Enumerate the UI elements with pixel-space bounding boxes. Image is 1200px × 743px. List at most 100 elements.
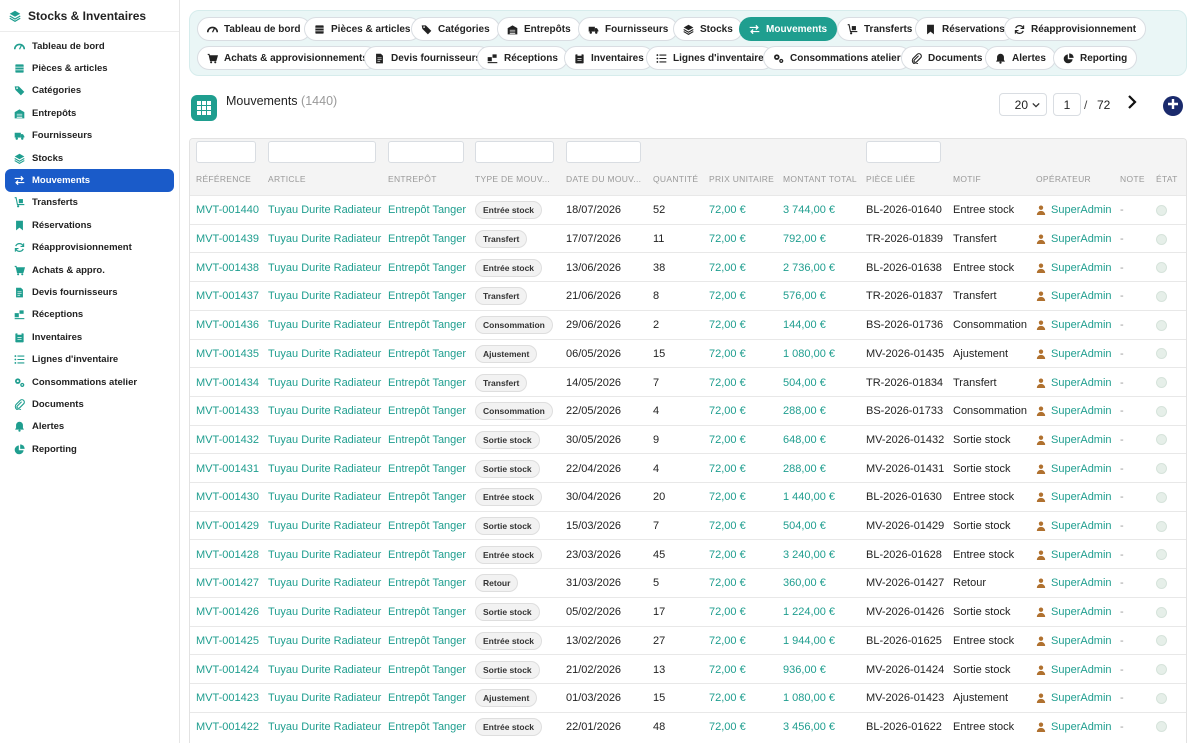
page-number-input[interactable]: 1 <box>1053 93 1081 116</box>
warehouse-link[interactable]: Entrepôt Tanger <box>388 540 466 569</box>
warehouse-link[interactable]: Entrepôt Tanger <box>388 483 466 512</box>
sidebar-item-stocks[interactable]: Stocks <box>5 147 174 169</box>
sidebar-item-r-ceptions[interactable]: Réceptions <box>5 304 174 326</box>
filter-entrepot-input[interactable] <box>388 141 464 163</box>
tab-tableau-de-bord[interactable]: Tableau de bord <box>197 17 311 41</box>
tab-entrep-ts[interactable]: Entrepôts <box>497 17 581 41</box>
operator-link[interactable]: SuperAdmin <box>1036 340 1112 369</box>
sidebar-item-reporting[interactable]: Reporting <box>5 438 174 460</box>
tab-devis-fournisseurs[interactable]: Devis fournisseurs <box>364 46 492 70</box>
operator-link[interactable]: SuperAdmin <box>1036 684 1112 713</box>
operator-link[interactable]: SuperAdmin <box>1036 426 1112 455</box>
sidebar-item-inventaires[interactable]: Inventaires <box>5 326 174 348</box>
table-row[interactable]: MVT-001427 Tuyau Durite Radiateur Entrepôt… <box>190 568 1186 598</box>
sidebar-item-tableau-de-bord[interactable]: Tableau de bord <box>5 35 174 57</box>
tab-reporting[interactable]: Reporting <box>1053 46 1138 70</box>
warehouse-link[interactable]: Entrepôt Tanger <box>388 225 466 254</box>
column-header[interactable]: ÉTAT <box>1156 174 1178 184</box>
operator-link[interactable]: SuperAdmin <box>1036 540 1112 569</box>
column-header[interactable]: PIÈCE LIÉE <box>866 174 915 184</box>
operator-link[interactable]: SuperAdmin <box>1036 655 1112 684</box>
reference-link[interactable]: MVT-001435 <box>196 340 259 369</box>
article-link[interactable]: Tuyau Durite Radiateur <box>268 282 381 311</box>
tab-inventaires[interactable]: Inventaires <box>564 46 654 70</box>
reference-link[interactable]: MVT-001439 <box>196 225 259 254</box>
article-link[interactable]: Tuyau Durite Radiateur <box>268 253 381 282</box>
warehouse-link[interactable]: Entrepôt Tanger <box>388 368 466 397</box>
operator-link[interactable]: SuperAdmin <box>1036 196 1112 225</box>
article-link[interactable]: Tuyau Durite Radiateur <box>268 340 381 369</box>
article-link[interactable]: Tuyau Durite Radiateur <box>268 483 381 512</box>
column-header[interactable]: MONTANT TOTAL <box>783 174 857 184</box>
reference-link[interactable]: MVT-001432 <box>196 426 259 455</box>
table-row[interactable]: MVT-001436 Tuyau Durite Radiateur Entrepôt… <box>190 309 1186 340</box>
sidebar-item-pi-ces-articles[interactable]: Pièces & articles <box>5 57 174 79</box>
column-header[interactable]: QUANTITÉ <box>653 174 698 184</box>
warehouse-link[interactable]: Entrepôt Tanger <box>388 569 466 598</box>
article-link[interactable]: Tuyau Durite Radiateur <box>268 196 381 225</box>
warehouse-link[interactable]: Entrepôt Tanger <box>388 311 466 340</box>
warehouse-link[interactable]: Entrepôt Tanger <box>388 196 466 225</box>
table-row[interactable]: MVT-001429 Tuyau Durite Radiateur Entrepôt… <box>190 510 1186 541</box>
column-header[interactable]: DATE DU MOUV... <box>566 174 641 184</box>
warehouse-link[interactable]: Entrepôt Tanger <box>388 684 466 713</box>
reference-link[interactable]: MVT-001430 <box>196 483 259 512</box>
tab-consommations-atelier[interactable]: Consommations atelier <box>763 46 911 70</box>
filter-piece-input[interactable] <box>866 141 941 163</box>
sidebar-item-alertes[interactable]: Alertes <box>5 416 174 438</box>
tab-r-ceptions[interactable]: Réceptions <box>477 46 568 70</box>
table-row[interactable]: MVT-001424 Tuyau Durite Radiateur Entrepôt… <box>190 654 1186 684</box>
tab-fournisseurs[interactable]: Fournisseurs <box>578 17 679 41</box>
reference-link[interactable]: MVT-001426 <box>196 598 259 627</box>
article-link[interactable]: Tuyau Durite Radiateur <box>268 655 381 684</box>
reference-link[interactable]: MVT-001440 <box>196 196 259 225</box>
warehouse-link[interactable]: Entrepôt Tanger <box>388 598 466 627</box>
filter-reference-input[interactable] <box>196 141 256 163</box>
operator-link[interactable]: SuperAdmin <box>1036 483 1112 512</box>
filter-date-input[interactable] <box>566 141 641 163</box>
reference-link[interactable]: MVT-001433 <box>196 397 259 426</box>
table-row[interactable]: MVT-001425 Tuyau Durite Radiateur Entrepôt… <box>190 625 1186 655</box>
tab-achats-approvisionnements[interactable]: Achats & approvisionnements <box>197 46 378 70</box>
sidebar-item-documents[interactable]: Documents <box>5 393 174 415</box>
warehouse-link[interactable]: Entrepôt Tanger <box>388 282 466 311</box>
table-row[interactable]: MVT-001431 Tuyau Durite Radiateur Entrepôt… <box>190 453 1186 482</box>
tab-r-servations[interactable]: Réservations <box>915 17 1015 41</box>
article-link[interactable]: Tuyau Durite Radiateur <box>268 368 381 397</box>
article-link[interactable]: Tuyau Durite Radiateur <box>268 426 381 455</box>
warehouse-link[interactable]: Entrepôt Tanger <box>388 340 466 369</box>
add-movement-button[interactable] <box>1163 96 1183 116</box>
operator-link[interactable]: SuperAdmin <box>1036 311 1112 340</box>
article-link[interactable]: Tuyau Durite Radiateur <box>268 225 381 254</box>
sidebar-item-transferts[interactable]: Transferts <box>5 192 174 214</box>
tab-mouvements[interactable]: Mouvements <box>739 17 838 41</box>
table-row[interactable]: MVT-001434 Tuyau Durite Radiateur Entrepôt… <box>190 367 1186 397</box>
tab-alertes[interactable]: Alertes <box>985 46 1056 70</box>
operator-link[interactable]: SuperAdmin <box>1036 512 1112 541</box>
tab-transferts[interactable]: Transferts <box>837 17 923 41</box>
reference-link[interactable]: MVT-001437 <box>196 282 259 311</box>
operator-link[interactable]: SuperAdmin <box>1036 225 1112 254</box>
sidebar-item-achats-appro[interactable]: Achats & appro. <box>5 259 174 281</box>
operator-link[interactable]: SuperAdmin <box>1036 368 1112 397</box>
column-header[interactable]: MOTIF <box>953 174 981 184</box>
table-row[interactable]: MVT-001433 Tuyau Durite Radiateur Entrepôt… <box>190 395 1186 426</box>
column-header[interactable]: NOTE <box>1120 174 1145 184</box>
reference-link[interactable]: MVT-001429 <box>196 512 259 541</box>
tab-cat-gories[interactable]: Catégories <box>411 17 500 41</box>
column-header[interactable]: PRIX UNITAIRE <box>709 174 774 184</box>
reference-link[interactable]: MVT-001427 <box>196 569 259 598</box>
operator-link[interactable]: SuperAdmin <box>1036 282 1112 311</box>
operator-link[interactable]: SuperAdmin <box>1036 569 1112 598</box>
operator-link[interactable]: SuperAdmin <box>1036 253 1112 282</box>
table-row[interactable]: MVT-001439 Tuyau Durite Radiateur Entrepôt… <box>190 223 1186 254</box>
filter-type-input[interactable] <box>475 141 554 163</box>
warehouse-link[interactable]: Entrepôt Tanger <box>388 655 466 684</box>
tab-documents[interactable]: Documents <box>901 46 993 70</box>
column-header[interactable]: TYPE DE MOUV... <box>475 174 550 184</box>
table-row[interactable]: MVT-001437 Tuyau Durite Radiateur Entrepôt… <box>190 281 1186 311</box>
next-page-button[interactable] <box>1125 94 1139 112</box>
table-row[interactable]: MVT-001428 Tuyau Durite Radiateur Entrepôt… <box>190 539 1186 569</box>
per-page-select[interactable]: 20 <box>999 93 1047 116</box>
sidebar-item-consommations-atelier[interactable]: Consommations atelier <box>5 371 174 393</box>
